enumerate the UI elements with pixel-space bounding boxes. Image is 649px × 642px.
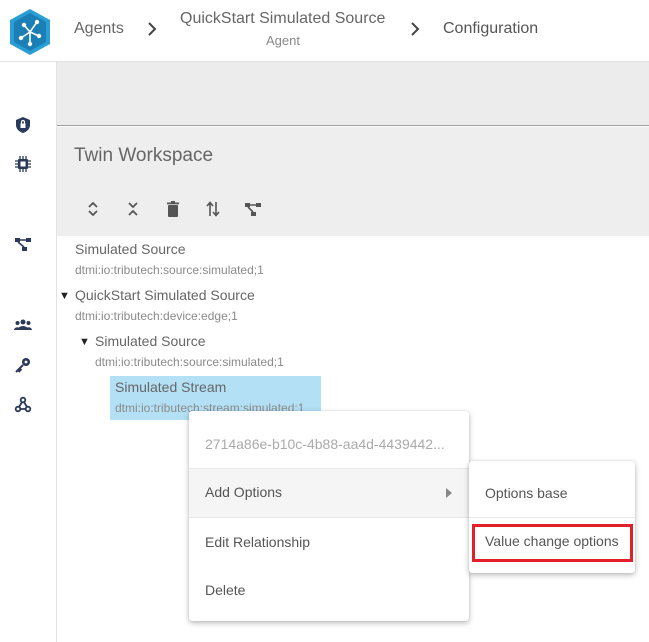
chevron-right-icon — [411, 22, 420, 36]
node-dtmi: dtmi:io:tributech:source:simulated;1 — [75, 263, 264, 277]
menu-item-label: Add Options — [205, 484, 283, 500]
side-nav — [0, 62, 57, 642]
group-icon[interactable] — [14, 316, 32, 334]
menu-item-add-options[interactable]: Add Options — [189, 469, 469, 517]
collapse-all-icon[interactable] — [125, 200, 141, 218]
highlight-box — [472, 524, 633, 562]
chevron-right-icon — [148, 22, 157, 36]
breadcrumb-configuration: Configuration — [443, 20, 539, 37]
workspace-title: Twin Workspace — [74, 145, 214, 166]
expand-caret-icon[interactable]: ▼ — [59, 290, 70, 302]
expand-all-icon[interactable] — [85, 200, 101, 218]
app-logo-icon[interactable] — [8, 8, 52, 56]
menu-divider — [189, 517, 469, 518]
breadcrumb-agents[interactable]: Agents — [74, 20, 124, 38]
breadcrumb-agent-name[interactable]: QuickStart Simulated Source — [180, 10, 385, 28]
node-title[interactable]: Simulated Source — [75, 241, 186, 257]
menu-divider — [469, 517, 635, 518]
chip-icon[interactable] — [14, 155, 32, 173]
sort-icon[interactable] — [205, 200, 221, 218]
top-bar: Agents QuickStart Simulated Source Agent… — [0, 0, 649, 62]
context-menu: 2714a86e-b10c-4b88-aa4d-4439442... Add O… — [189, 411, 469, 621]
breadcrumb-agent-sub: Agent — [266, 33, 300, 48]
expand-caret-icon[interactable]: ▼ — [79, 336, 90, 348]
menu-item-edit-relationship[interactable]: Edit Relationship — [189, 534, 469, 550]
submenu-item-options-base[interactable]: Options base — [469, 485, 635, 501]
node-dtmi: dtmi:io:tributech:source:simulated;1 — [95, 355, 284, 369]
node-title[interactable]: QuickStart Simulated Source — [75, 287, 255, 303]
caret-right-icon — [446, 488, 452, 498]
content-header-bar — [57, 62, 649, 126]
node-title[interactable]: Simulated Stream — [115, 379, 226, 395]
node-dtmi: dtmi:io:tributech:device:edge;1 — [75, 309, 238, 323]
relationship-icon[interactable] — [244, 200, 262, 218]
webhook-icon[interactable] — [14, 396, 32, 414]
key-icon[interactable] — [14, 356, 32, 374]
shield-icon[interactable] — [14, 116, 32, 134]
node-title[interactable]: Simulated Source — [95, 333, 206, 349]
delete-icon[interactable] — [165, 200, 181, 218]
menu-item-delete[interactable]: Delete — [189, 582, 469, 598]
menu-item-id: 2714a86e-b10c-4b88-aa4d-4439442... — [205, 436, 445, 452]
graph-icon[interactable] — [14, 235, 32, 253]
twin-workspace-header: Twin Workspace — [57, 127, 649, 236]
